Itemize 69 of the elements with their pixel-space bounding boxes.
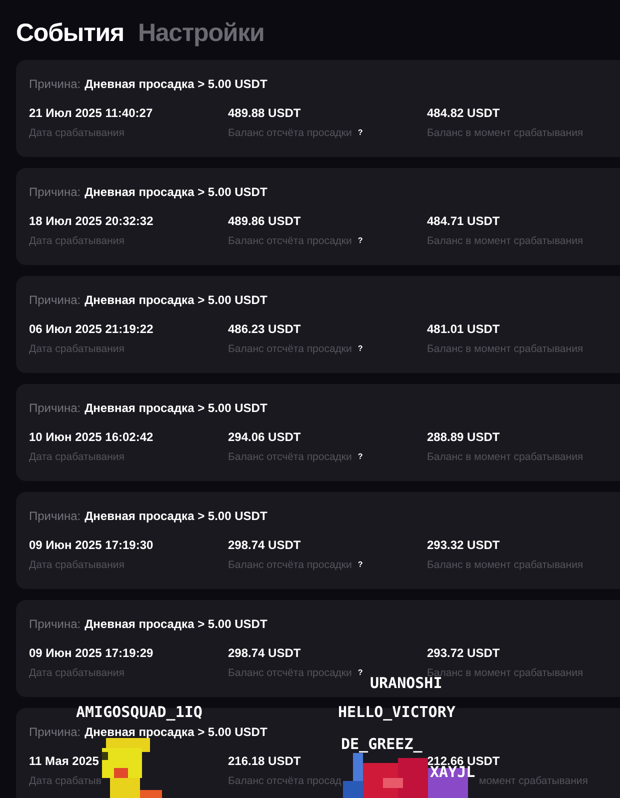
reason-text: Дневная просадка > 5.00 USDT (84, 618, 268, 632)
trigger-balance-label: Баланс в момент срабатывания (427, 668, 584, 678)
trigger-balance-label: Баланс в момент срабатывания (427, 236, 584, 246)
reason-label: Причина: (29, 294, 81, 308)
trigger-date-value: 10 Июн 2025 16:02:42 (29, 431, 154, 443)
reason-label: Причина: (29, 510, 81, 524)
help-icon[interactable]: ? (358, 561, 363, 570)
viewer-name: HELLO_VICTORY (338, 705, 456, 720)
base-balance-label: Баланс отсчёта просадки (228, 128, 352, 138)
help-icon[interactable]: ? (358, 453, 363, 462)
trigger-date-value: 06 Июл 2025 21:19:22 (29, 323, 154, 335)
base-balance-label: Баланс отсчёта просадки (228, 560, 352, 570)
base-balance-value: 298.74 USDT (228, 539, 302, 551)
trigger-balance-value: 212.66 USDT (427, 755, 501, 767)
trigger-date-value: 09 Июн 2025 17:19:29 (29, 647, 154, 659)
trigger-balance-value: 288.89 USDT (427, 431, 501, 443)
tab[interactable]: Настройки (138, 21, 264, 46)
reason-text: Дневная просадка > 5.00 USDT (84, 78, 268, 92)
trigger-date-label: Дата срабатывания (29, 236, 124, 246)
reason-text: Дневная просадка > 5.00 USDT (84, 294, 268, 308)
base-balance-label: Баланс отсчёта просадки (228, 452, 352, 462)
trigger-balance-label: Баланс в момент срабатывания (427, 560, 584, 570)
base-balance-value: 486.23 USDT (228, 323, 302, 335)
pixel-creature-drawing (100, 738, 164, 798)
base-balance-value: 216.18 USDT (228, 755, 302, 767)
viewer-name: DE_GREEZ_ (341, 737, 422, 752)
trigger-date-value: 18 Июл 2025 20:32:32 (29, 215, 154, 227)
help-icon[interactable]: ? (358, 669, 363, 678)
trigger-balance-value: 481.01 USDT (427, 323, 501, 335)
trigger-balance-value: 484.82 USDT (427, 107, 501, 119)
trigger-balance-value: 484.71 USDT (427, 215, 501, 227)
base-balance-label: Баланс отсчёта просадки (228, 236, 352, 246)
trigger-date-label: Дата срабатывания (29, 344, 124, 354)
reason-text: Дневная просадка > 5.00 USDT (84, 726, 268, 740)
reason-text: Дневная просадка > 5.00 USDT (84, 510, 268, 524)
viewer-name: URANOSHI (370, 676, 442, 691)
reason-label: Причина: (29, 618, 81, 632)
trigger-balance-label: момент срабатывания (479, 776, 588, 786)
reason-label: Причина: (29, 78, 81, 92)
viewer-name: AMIGOSQUAD_1IQ (76, 705, 202, 720)
trigger-date-value: 21 Июл 2025 11:40:27 (29, 107, 154, 119)
base-balance-value: 298.74 USDT (228, 647, 302, 659)
reason-text: Дневная просадка > 5.00 USDT (84, 186, 268, 200)
trigger-date-label: Дата срабатывания (29, 128, 124, 138)
help-icon[interactable]: ? (358, 129, 363, 138)
trigger-balance-label: Баланс в момент срабатывания (427, 452, 584, 462)
base-balance-value: 489.88 USDT (228, 107, 302, 119)
trigger-balance-label: Баланс в момент срабатывания (427, 344, 584, 354)
reason-label: Причина: (29, 186, 81, 200)
reason-label: Причина: (29, 402, 81, 416)
trigger-balance-label: Баланс в момент срабатывания (427, 128, 584, 138)
trigger-date-value: 09 Июн 2025 17:19:30 (29, 539, 154, 551)
trigger-balance-value: 293.32 USDT (427, 539, 501, 551)
trigger-balance-value: 293.72 USDT (427, 647, 501, 659)
help-icon[interactable]: ? (358, 237, 363, 246)
tab[interactable]: События (16, 21, 124, 46)
help-icon[interactable]: ? (358, 345, 363, 354)
reason-text: Дневная просадка > 5.00 USDT (84, 402, 268, 416)
base-balance-value: 489.86 USDT (228, 215, 302, 227)
trigger-date-label: Дата срабатыв (29, 776, 102, 786)
base-balance-label: Баланс отсчёта просадки (228, 344, 352, 354)
trigger-date-label: Дата срабатывания (29, 668, 124, 678)
base-balance-label: Баланс отсчёта просадки (228, 668, 352, 678)
trigger-date-value: 11 Мая 2025 (29, 755, 100, 767)
trigger-date-label: Дата срабатывания (29, 452, 124, 462)
base-balance-value: 294.06 USDT (228, 431, 302, 443)
trigger-date-label: Дата срабатывания (29, 560, 124, 570)
base-balance-label: Баланс отсчёта просад (228, 776, 342, 786)
reason-label: Причина: (29, 726, 81, 740)
